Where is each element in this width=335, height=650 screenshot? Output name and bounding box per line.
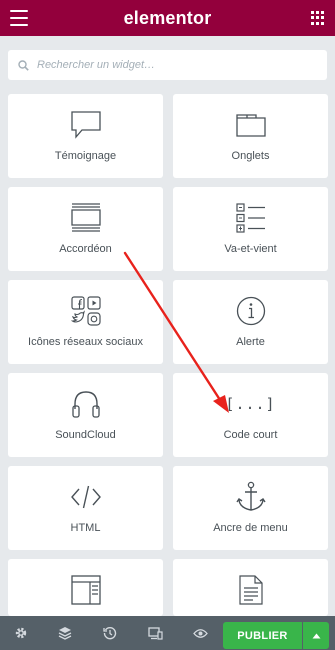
widget-label: Icônes réseaux sociaux	[28, 336, 143, 348]
grid-icon[interactable]	[311, 11, 325, 25]
tabs-icon	[235, 108, 266, 142]
shortcode-icon-text: [...]	[225, 395, 276, 413]
widget-onglets[interactable]: Onglets	[173, 94, 328, 178]
publish-button[interactable]: PUBLIER	[223, 622, 302, 649]
responsive-icon[interactable]	[147, 625, 163, 641]
widget-label: Code court	[223, 429, 278, 441]
accordion-icon	[70, 201, 101, 235]
widget-sidebar[interactable]	[8, 559, 163, 616]
widget-label: SoundCloud	[55, 429, 116, 441]
editor-header: elementor	[0, 0, 335, 36]
widget-label: HTML	[70, 522, 101, 534]
shortcode-icon: [...]	[225, 387, 275, 421]
widget-alerte[interactable]: Alerte	[173, 280, 328, 364]
widget-label: Témoignage	[54, 150, 117, 162]
widget-search[interactable]	[8, 50, 327, 80]
widget-temoignage[interactable]: Témoignage	[8, 94, 163, 178]
widget-label: Ancre de menu	[213, 522, 288, 534]
preview-eye-icon[interactable]	[192, 625, 208, 641]
info-circle-icon	[236, 294, 266, 328]
social-icons-icon	[70, 294, 101, 328]
widget-ancre-de-menu[interactable]: Ancre de menu	[173, 466, 328, 550]
widget-label: Onglets	[231, 150, 270, 162]
history-icon[interactable]	[102, 625, 118, 641]
widget-va-et-vient[interactable]: Va-et-vient	[173, 187, 328, 271]
search-icon	[18, 59, 29, 71]
caret-up-icon	[312, 633, 320, 638]
widget-icones-reseaux-sociaux[interactable]: Icônes réseaux sociaux	[8, 280, 163, 364]
widget-code-court[interactable]: [...] Code court	[173, 373, 328, 457]
sidebar-layout-icon	[70, 573, 101, 607]
document-icon	[238, 573, 263, 607]
layers-icon[interactable]	[57, 625, 73, 641]
widget-accordeon[interactable]: Accordéon	[8, 187, 163, 271]
widget-label: Accordéon	[59, 243, 112, 255]
widget-soundcloud[interactable]: SoundCloud	[8, 373, 163, 457]
app-logo: elementor	[123, 7, 212, 28]
widget-document[interactable]	[173, 559, 328, 616]
widget-label: Alerte	[236, 336, 265, 348]
widget-html[interactable]: HTML	[8, 466, 163, 550]
widget-label: Va-et-vient	[224, 243, 277, 255]
headphones-icon	[71, 387, 101, 421]
hamburger-icon[interactable]	[10, 10, 28, 26]
speech-bubble-icon	[70, 108, 102, 142]
search-input[interactable]	[37, 59, 307, 71]
anchor-icon	[235, 480, 266, 514]
settings-icon[interactable]	[13, 625, 29, 641]
publish-options-button[interactable]	[303, 622, 329, 649]
toggle-list-icon	[235, 201, 266, 235]
code-brackets-icon	[70, 480, 102, 514]
